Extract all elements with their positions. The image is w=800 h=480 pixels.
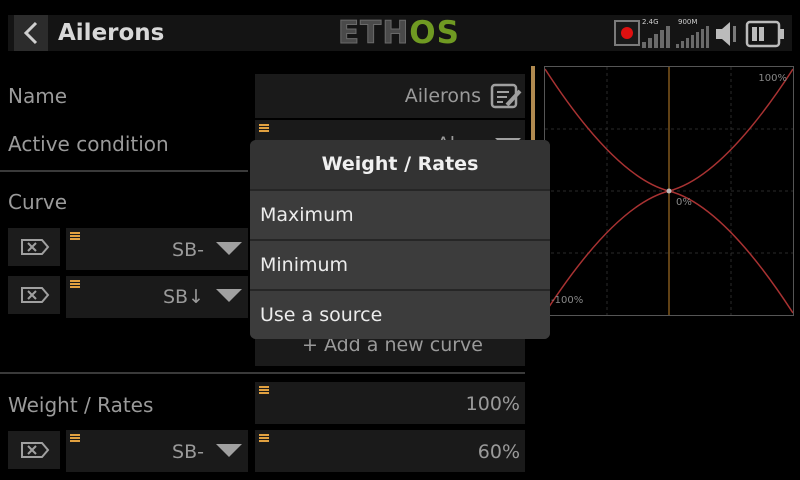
dropdown-arrow-icon — [216, 289, 242, 302]
menu-icon — [70, 232, 80, 240]
weight-value-field[interactable]: 100% — [255, 382, 525, 424]
active-condition-label: Active condition — [8, 132, 169, 156]
delete-icon — [21, 287, 50, 303]
name-field[interactable]: Ailerons — [255, 74, 525, 118]
graph-center-label: 0% — [676, 197, 692, 208]
curve-label: Curve — [8, 190, 68, 214]
curve-source-select[interactable]: SB- — [66, 228, 248, 270]
ethos-logo: ETHOS — [337, 15, 460, 52]
option-maximum[interactable]: Maximum — [250, 189, 550, 239]
rate-value: 60% — [477, 441, 520, 463]
header-bar: Ailerons ETHOS 2.4G 900M — [0, 0, 800, 60]
menu-icon — [70, 280, 80, 288]
rate-source-select[interactable]: SB- — [66, 430, 248, 472]
rate-value-field[interactable]: 60% — [255, 430, 525, 472]
delete-curve-button[interactable] — [8, 228, 60, 266]
option-use-source[interactable]: Use a source — [250, 289, 550, 339]
battery-icon — [745, 20, 784, 48]
graph-top-label: 100% — [758, 73, 787, 84]
edit-icon — [490, 83, 522, 109]
menu-icon — [259, 434, 269, 442]
curve-source-value: SB↓ — [162, 286, 204, 308]
menu-icon — [259, 124, 269, 132]
ext-signal-icon: 900M — [676, 18, 710, 48]
rx-signal-icon: 2.4G — [642, 18, 670, 48]
delete-rate-button[interactable] — [8, 431, 60, 469]
weight-value: 100% — [465, 393, 520, 415]
curve-source-value: SB- — [172, 239, 204, 261]
option-minimum[interactable]: Minimum — [250, 239, 550, 289]
weight-rates-label: Weight / Rates — [8, 393, 154, 417]
name-value: Ailerons — [404, 85, 481, 107]
back-button[interactable] — [14, 15, 48, 51]
section-divider — [0, 170, 248, 172]
delete-icon — [21, 239, 50, 255]
speaker-icon — [716, 22, 736, 46]
chevron-left-icon — [23, 21, 38, 45]
delete-curve-button[interactable] — [8, 276, 60, 314]
name-label: Name — [8, 84, 68, 108]
graph-bottom-label: -100% — [551, 295, 584, 306]
curve-source-select[interactable]: SB↓ — [66, 276, 248, 318]
page-title: Ailerons — [58, 20, 165, 46]
menu-icon — [259, 386, 269, 394]
section-divider — [0, 372, 525, 374]
dropdown-arrow-icon — [216, 242, 242, 255]
record-icon — [614, 20, 640, 46]
curve-graph: 100% 0% -100% — [544, 66, 794, 316]
dropdown-arrow-icon — [216, 444, 242, 457]
delete-icon — [21, 442, 50, 458]
weight-rates-popup: Weight / Rates Maximum Minimum Use a sou… — [250, 140, 550, 339]
popup-title: Weight / Rates — [250, 140, 550, 189]
rate-source-value: SB- — [172, 441, 204, 463]
menu-icon — [70, 434, 80, 442]
